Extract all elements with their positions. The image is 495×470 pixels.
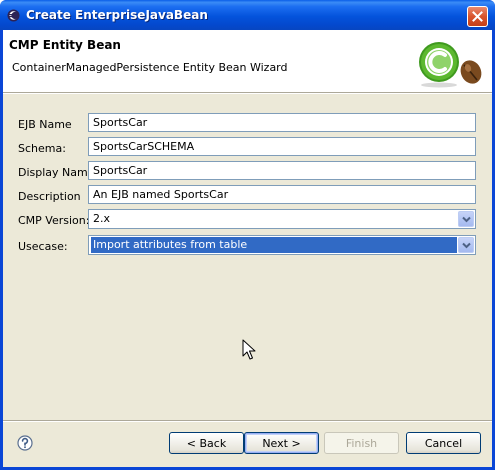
- cmp-version-value: 2.x: [93, 212, 111, 225]
- ejb-name-field[interactable]: SportsCar: [88, 113, 476, 132]
- chevron-down-icon: [461, 242, 471, 248]
- cmp-bean-logo-icon: [419, 42, 482, 88]
- schema-label: Schema:: [18, 142, 66, 155]
- cmp-version-label: CMP Version:: [18, 214, 90, 227]
- usecase-select[interactable]: Import attributes from table: [88, 235, 476, 255]
- eclipse-icon: [7, 9, 20, 22]
- finish-button[interactable]: Finish: [324, 432, 399, 454]
- footer-separator: [3, 420, 492, 422]
- description-field[interactable]: An EJB named SportsCar: [88, 185, 476, 204]
- help-icon[interactable]: [17, 435, 33, 451]
- wizard-window: Create EnterpriseJavaBean CMP Entity Bea…: [0, 0, 495, 470]
- usecase-label: Usecase:: [18, 240, 68, 253]
- back-button[interactable]: < Back: [169, 432, 244, 454]
- dialog-body: CMP Entity Bean ContainerManagedPersiste…: [3, 30, 492, 467]
- ejb-name-label: EJB Name: [18, 118, 72, 131]
- schema-field[interactable]: SportsCarSCHEMA: [88, 137, 476, 156]
- close-icon: [472, 11, 483, 22]
- chevron-down-icon: [461, 216, 471, 222]
- usecase-value: Import attributes from table: [91, 237, 457, 253]
- next-button[interactable]: Next >: [244, 432, 319, 454]
- description-label: Description: [18, 190, 81, 203]
- page-title: CMP Entity Bean: [9, 38, 121, 52]
- cmp-version-select[interactable]: 2.x: [88, 209, 476, 229]
- wizard-header: CMP Entity Bean ContainerManagedPersiste…: [3, 30, 492, 92]
- close-button[interactable]: [467, 6, 488, 27]
- usecase-dropdown-button[interactable]: [458, 237, 474, 253]
- cmp-version-dropdown-button[interactable]: [458, 211, 474, 227]
- display-name-field[interactable]: SportsCar: [88, 161, 476, 180]
- cancel-button[interactable]: Cancel: [406, 432, 481, 454]
- window-title: Create EnterpriseJavaBean: [26, 8, 208, 22]
- mouse-cursor-icon: [242, 339, 256, 360]
- title-bar[interactable]: Create EnterpriseJavaBean: [0, 0, 495, 30]
- header-separator: [3, 92, 492, 94]
- display-name-label: Display Name: [18, 166, 95, 179]
- page-subtitle: ContainerManagedPersistence Entity Bean …: [12, 61, 288, 74]
